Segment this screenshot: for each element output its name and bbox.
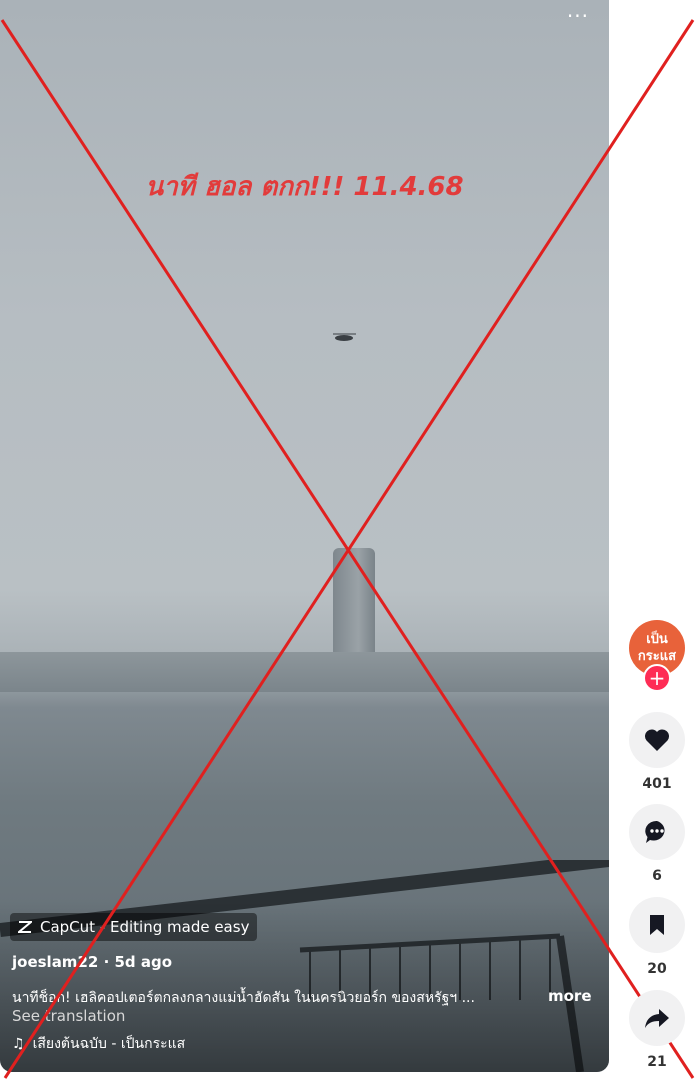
like-count: 401 (642, 776, 672, 792)
heart-icon (644, 729, 670, 751)
like-action: 401 (628, 712, 686, 792)
like-button[interactable] (629, 712, 685, 768)
more-options-button[interactable]: ··· (567, 4, 589, 28)
share-button[interactable] (629, 990, 685, 1046)
capcut-icon (18, 921, 32, 933)
avatar-text-1: เป็น (646, 632, 668, 647)
author-name[interactable]: joeslam22 (12, 953, 98, 971)
share-count: 21 (647, 1054, 667, 1070)
save-action: 20 (628, 897, 686, 977)
comment-action: 6 (628, 804, 686, 884)
music-note-icon: ♫ (12, 1036, 25, 1052)
avatar-text-2: กระแส (637, 649, 677, 664)
bookmark-icon (650, 915, 664, 935)
capcut-label: CapCut - Editing made easy (40, 918, 250, 936)
save-count: 20 (647, 961, 667, 977)
caption-more-link[interactable]: more (548, 987, 592, 1005)
comment-icon (645, 820, 665, 843)
video-overlay-text: นาที ฮอล ตกก!!! 11.4.68 (145, 172, 464, 202)
share-action: 21 (628, 990, 686, 1070)
author-line: joeslam22 · 5d ago (12, 953, 172, 971)
sound-line[interactable]: ♫ เสียงต้นฉบับ - เป็นกระแส (12, 1033, 185, 1055)
video-player[interactable]: ··· นาที ฮอล ตกก!!! 11.4.68 CapCut - Edi… (0, 0, 609, 1072)
comment-count: 6 (652, 868, 662, 884)
sound-name: เสียงต้นฉบับ - เป็นกระแส (32, 1036, 186, 1052)
capcut-tag[interactable]: CapCut - Editing made easy (10, 913, 258, 941)
follow-button[interactable]: + (643, 664, 671, 692)
separator-dot: · (103, 953, 115, 971)
skyscraper (333, 548, 375, 668)
share-arrow-icon (645, 1009, 669, 1028)
creator-avatar-group: เป็น กระแส + (628, 620, 686, 692)
see-translation-link[interactable]: See translation (12, 1007, 125, 1025)
comment-button[interactable] (629, 804, 685, 860)
post-date: 5d ago (114, 953, 173, 971)
save-button[interactable] (629, 897, 685, 953)
video-caption: นาทีช็อก! เฮลิคอปเตอร์ตกลงกลางแม่น้ำฮัดส… (12, 990, 475, 1006)
city-skyline (0, 652, 609, 692)
helicopter-image (333, 333, 356, 341)
